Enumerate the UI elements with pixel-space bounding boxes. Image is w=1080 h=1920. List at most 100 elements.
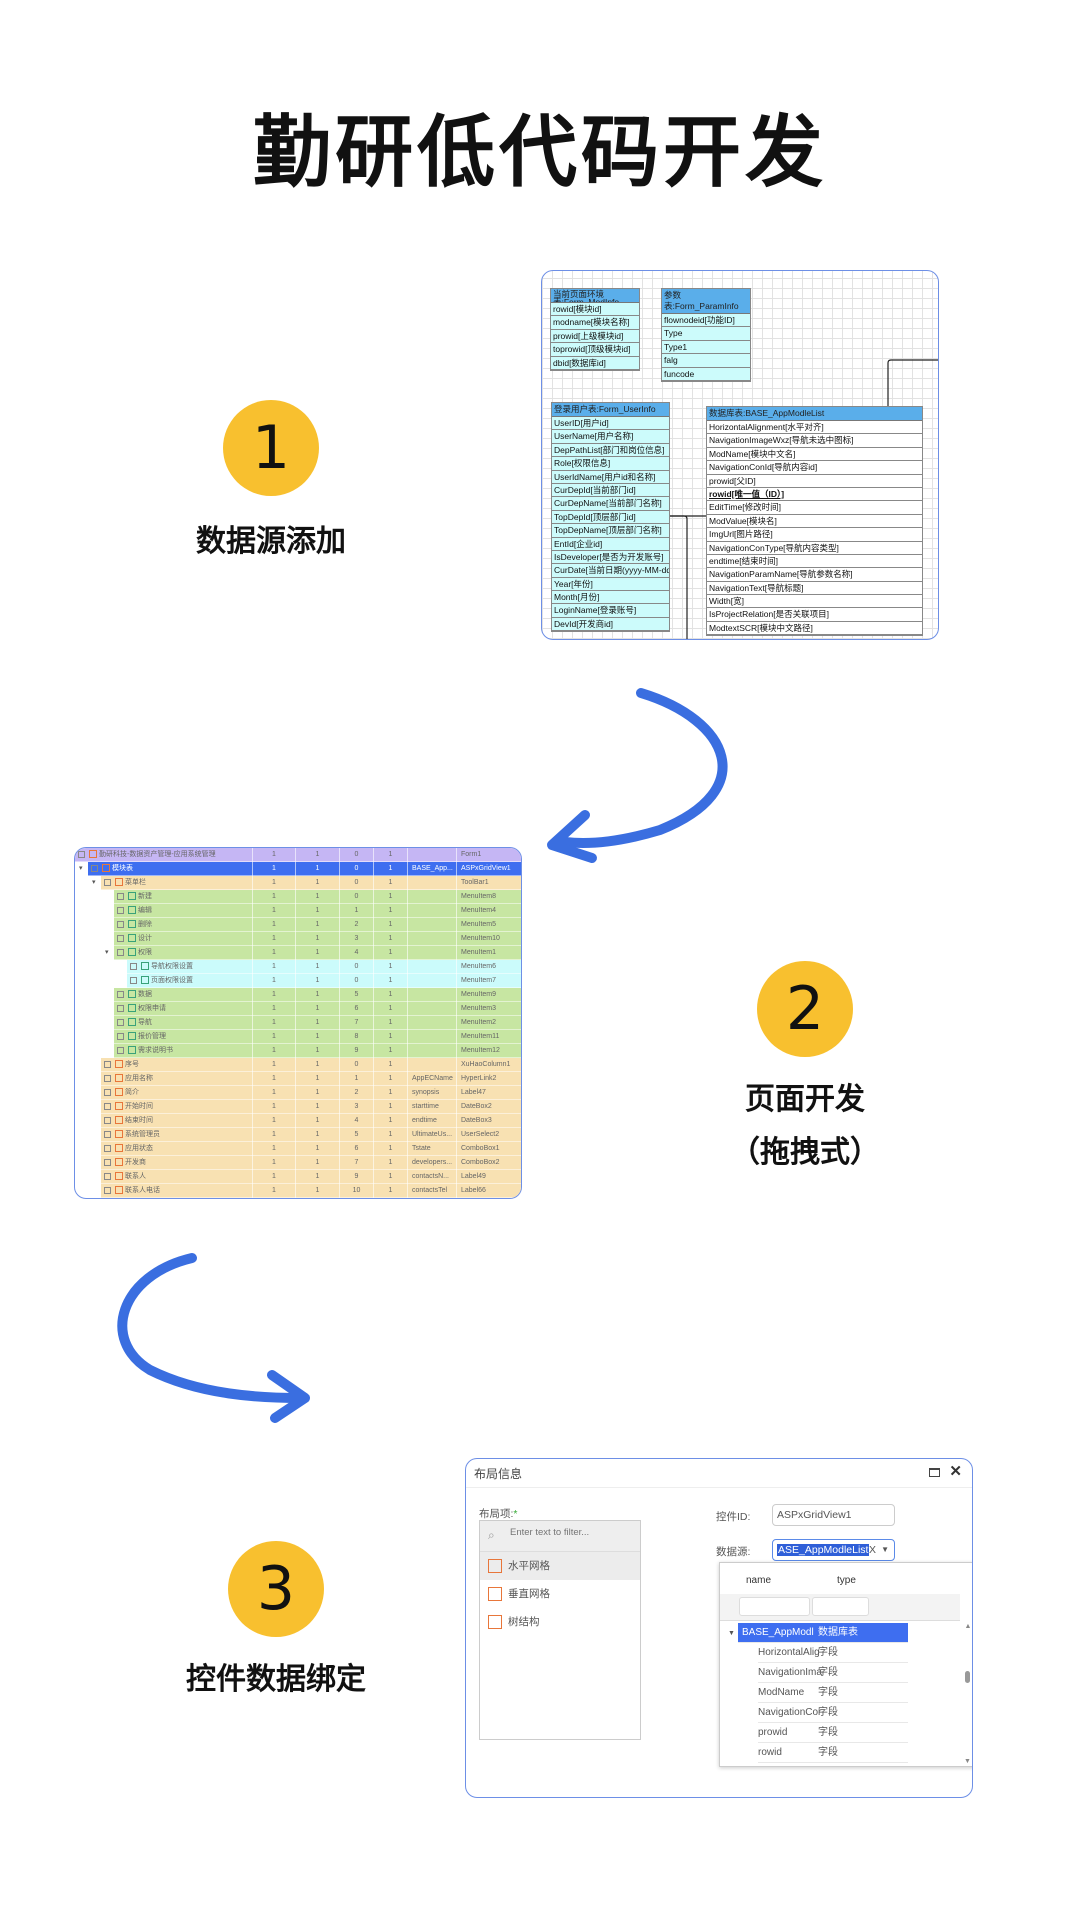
- grid-row[interactable]: 应用状态 1 1 6 1 Tstate ComboBox1: [75, 1142, 521, 1156]
- datasource-tree-row[interactable]: prowid 字段: [758, 1723, 908, 1743]
- grid-row[interactable]: ▾ 菜单栏 1 1 0 1 ToolBar1: [75, 876, 521, 890]
- grid-row[interactable]: 导航 1 1 7 1 MenuItem2: [75, 1016, 521, 1030]
- grid-row[interactable]: 权限申请 1 1 6 1 MenuItem3: [75, 1002, 521, 1016]
- name-filter-input[interactable]: [739, 1597, 810, 1616]
- clear-button[interactable]: X: [869, 1540, 876, 1560]
- control-label: 页面权限设置: [151, 977, 193, 984]
- grid-row[interactable]: 联系人电话 1 1 10 1 contactsTel Label66: [75, 1184, 521, 1198]
- datasource-tree-row[interactable]: rowid 字段: [758, 1743, 908, 1763]
- cell-control: MenuItem2: [456, 1016, 521, 1030]
- cell-c2: 1: [295, 1142, 339, 1156]
- row-checkbox[interactable]: [117, 990, 124, 998]
- cell-c4: 1: [373, 918, 407, 932]
- control-icon: [102, 864, 110, 873]
- control-label: 系统管理员: [125, 1131, 160, 1138]
- grid-row[interactable]: 开发商 1 1 7 1 developers... ComboBox2: [75, 1156, 521, 1170]
- row-checkbox[interactable]: [104, 1130, 111, 1138]
- row-checkbox[interactable]: [78, 850, 85, 858]
- cell-c3: 2: [339, 1086, 373, 1100]
- row-checkbox[interactable]: [104, 1158, 111, 1166]
- grid-row[interactable]: 页面权限设置 1 1 0 1 MenuItem7: [75, 974, 521, 988]
- chevron-down-icon[interactable]: ▼: [881, 1540, 889, 1560]
- grid-row[interactable]: 编辑 1 1 1 1 MenuItem4: [75, 904, 521, 918]
- datasource-dropdown[interactable]: name type ▼ BASE_AppModleLi: 数据库表 Horizont…: [719, 1562, 972, 1767]
- expand-toggle-icon[interactable]: ▾: [92, 876, 96, 890]
- filter-row[interactable]: ⌕: [480, 1521, 640, 1552]
- grid-row[interactable]: 导航权限设置 1 1 0 1 MenuItem6: [75, 960, 521, 974]
- collapse-icon[interactable]: ▼: [728, 1630, 735, 1637]
- row-checkbox[interactable]: [117, 906, 124, 914]
- row-checkbox[interactable]: [117, 1004, 124, 1012]
- control-id-input[interactable]: ASPxGridView1: [772, 1504, 895, 1526]
- maximize-icon[interactable]: [929, 1468, 940, 1477]
- grid-row[interactable]: 报价管理 1 1 8 1 MenuItem11: [75, 1030, 521, 1044]
- cell-c1: 1: [252, 862, 295, 876]
- close-icon[interactable]: ✕: [949, 1462, 962, 1480]
- cell-field: UltimateUs...: [407, 1128, 456, 1142]
- grid-row[interactable]: 删除 1 1 2 1 MenuItem5: [75, 918, 521, 932]
- row-checkbox[interactable]: [117, 920, 124, 928]
- row-checkbox[interactable]: [117, 948, 124, 956]
- row-checkbox[interactable]: [91, 864, 98, 872]
- control-label: 需求说明书: [138, 1047, 173, 1054]
- row-checkbox[interactable]: [104, 1060, 111, 1068]
- row-checkbox[interactable]: [104, 1186, 111, 1194]
- grid-row[interactable]: ▾ 模块表 1 1 0 1 BASE_App... ASPxGridView1: [75, 862, 521, 876]
- row-checkbox[interactable]: [104, 1116, 111, 1124]
- grid-row[interactable]: ▾ 权限 1 1 4 1 MenuItem1: [75, 946, 521, 960]
- expand-toggle-icon[interactable]: ▾: [105, 946, 109, 960]
- cell-c2: 1: [295, 1086, 339, 1100]
- row-checkbox[interactable]: [104, 1074, 111, 1082]
- row-checkbox[interactable]: [117, 934, 124, 942]
- type-filter-input[interactable]: [812, 1597, 869, 1616]
- grid-row[interactable]: 系统管理员 1 1 5 1 UltimateUs... UserSelect2: [75, 1128, 521, 1142]
- row-checkbox[interactable]: [104, 1102, 111, 1110]
- layout-item[interactable]: 树结构: [480, 1608, 640, 1636]
- cell-c4: 1: [373, 848, 407, 862]
- cell-field: Tstate: [407, 1142, 456, 1156]
- cell-control: MenuItem11: [456, 1030, 521, 1044]
- datasource-combobox[interactable]: ASE_AppModleList X ▼: [772, 1539, 895, 1561]
- row-checkbox[interactable]: [104, 1144, 111, 1152]
- scrollbar[interactable]: ▲ ▼: [964, 1623, 972, 1765]
- column-header-name[interactable]: name: [746, 1575, 771, 1586]
- grid-row[interactable]: 设计 1 1 3 1 MenuItem10: [75, 932, 521, 946]
- grid-row[interactable]: 数据 1 1 5 1 MenuItem9: [75, 988, 521, 1002]
- grid-row[interactable]: 应用名称 1 1 1 1 AppECName HyperLink2: [75, 1072, 521, 1086]
- datasource-tree-row[interactable]: NavigationIma 字段: [758, 1663, 908, 1683]
- grid-row[interactable]: 序号 1 1 0 1 XuHaoColumn1: [75, 1058, 521, 1072]
- datasource-tree-row[interactable]: BASE_AppModleLi: 数据库表: [738, 1623, 908, 1643]
- row-checkbox[interactable]: [104, 1088, 111, 1096]
- control-label: 应用状态: [125, 1145, 153, 1152]
- row-checkbox[interactable]: [130, 962, 137, 970]
- control-label: 菜单栏: [125, 879, 146, 886]
- row-checkbox[interactable]: [104, 878, 111, 886]
- row-checkbox[interactable]: [117, 892, 124, 900]
- grid-row[interactable]: 新建 1 1 0 1 MenuItem8: [75, 890, 521, 904]
- row-checkbox[interactable]: [104, 1172, 111, 1180]
- layout-item[interactable]: 水平网格: [480, 1552, 640, 1580]
- expand-toggle-icon[interactable]: ▾: [79, 862, 83, 876]
- layout-filter-input[interactable]: [510, 1527, 630, 1538]
- row-checkbox[interactable]: [117, 1046, 124, 1054]
- row-checkbox[interactable]: [130, 976, 137, 984]
- grid-row[interactable]: 简介 1 1 2 1 synopsis Label47: [75, 1086, 521, 1100]
- datasource-tree-row[interactable]: HorizontalAlig 字段: [758, 1643, 908, 1663]
- column-header-type[interactable]: type: [837, 1575, 856, 1586]
- layout-item-label: 垂直网格: [508, 1588, 550, 1600]
- datasource-tree-row[interactable]: NavigationCor 字段: [758, 1703, 908, 1723]
- control-label: 编辑: [138, 907, 152, 914]
- cell-control: Label66: [456, 1184, 521, 1198]
- grid-row[interactable]: 需求说明书 1 1 9 1 MenuItem12: [75, 1044, 521, 1058]
- control-icon: [128, 920, 136, 929]
- datasource-tree-row[interactable]: ModName 字段: [758, 1683, 908, 1703]
- page-designer-tree-grid[interactable]: 勤研科技-数据资产管理-应用系统管理 1 1 0 1 Form1 ▾ 模块表 1 1 0 1 BASE_…: [74, 847, 522, 1199]
- row-checkbox[interactable]: [117, 1032, 124, 1040]
- row-checkbox[interactable]: [117, 1018, 124, 1026]
- layout-item[interactable]: 垂直网格: [480, 1580, 640, 1608]
- layout-items-list[interactable]: ⌕ 水平网格垂直网格树结构: [479, 1520, 641, 1740]
- grid-row[interactable]: 开始时间 1 1 3 1 starttime DateBox2: [75, 1100, 521, 1114]
- grid-row[interactable]: 结束时间 1 1 4 1 endtime DateBox3: [75, 1114, 521, 1128]
- grid-row[interactable]: 勤研科技-数据资产管理-应用系统管理 1 1 0 1 Form1: [75, 848, 521, 862]
- grid-row[interactable]: 联系人 1 1 9 1 contactsN... Label49: [75, 1170, 521, 1184]
